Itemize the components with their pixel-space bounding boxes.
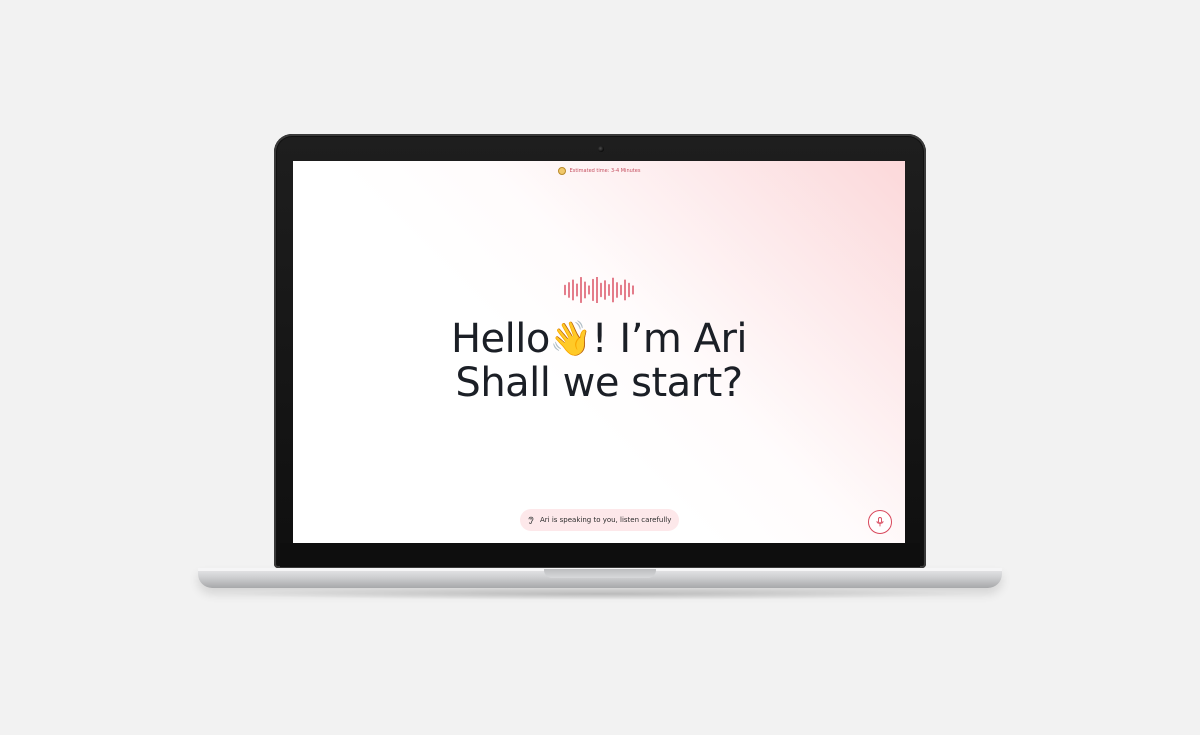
speaking-status-text: Ari is speaking to you, listen carefully bbox=[540, 516, 672, 524]
laptop-opening-notch bbox=[544, 569, 656, 578]
greeting-line: Hello👋! I’m Ari bbox=[293, 317, 905, 361]
start-question: Shall we start? bbox=[455, 360, 743, 406]
waving-hand-icon: 👋 bbox=[549, 319, 592, 359]
estimated-time-text: Estimated time: 3-4 Minutes bbox=[569, 168, 641, 174]
microphone-button[interactable] bbox=[868, 510, 892, 534]
audio-waveform-icon bbox=[564, 277, 634, 303]
estimated-time-banner: Estimated time: 3-4 Minutes bbox=[293, 167, 905, 175]
webcam bbox=[598, 146, 604, 152]
speaking-status-pill: Ari is speaking to you, listen carefully bbox=[520, 509, 680, 531]
avatar-face-icon bbox=[557, 167, 566, 175]
laptop-shadow bbox=[220, 588, 980, 600]
greeting-headline: Hello👋! I’m Ari Shall we start? bbox=[293, 317, 905, 405]
greeting-hello: Hello bbox=[450, 316, 550, 362]
ear-icon bbox=[528, 516, 534, 524]
greeting-intro: ! I’m Ari bbox=[591, 316, 748, 362]
laptop-mockup-scene: Estimated time: 3-4 Minutes Hello👋! I’m … bbox=[0, 0, 1200, 735]
screen-chin bbox=[280, 543, 920, 567]
app-screen: Estimated time: 3-4 Minutes Hello👋! I’m … bbox=[293, 161, 905, 543]
microphone-icon bbox=[876, 517, 884, 527]
